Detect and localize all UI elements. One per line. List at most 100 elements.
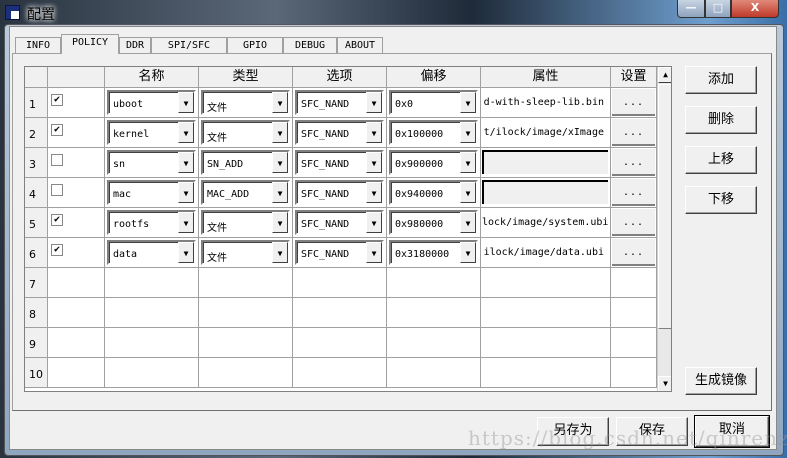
enable-checkbox[interactable]: ✔ xyxy=(51,244,63,256)
dropdown-arrow-icon[interactable]: ▼ xyxy=(178,242,194,263)
save-as-button[interactable]: 另存为 xyxy=(537,417,609,446)
dropdown-arrow-icon[interactable]: ▼ xyxy=(272,122,288,143)
column-header-type[interactable]: 类型 xyxy=(199,67,293,88)
offset-combobox[interactable]: 0x900000 ▼ xyxy=(389,150,478,175)
offset-combobox[interactable]: 0x100000 ▼ xyxy=(389,120,478,145)
scroll-up-arrow-icon[interactable]: ▲ xyxy=(658,67,671,83)
offset-combobox[interactable]: 0x3180000 ▼ xyxy=(389,240,478,265)
enable-checkbox[interactable] xyxy=(51,154,63,166)
dropdown-arrow-icon[interactable]: ▼ xyxy=(272,212,288,233)
column-header-offset[interactable]: 偏移 xyxy=(387,67,481,88)
settings-button[interactable]: ... xyxy=(612,149,655,176)
column-header-attr[interactable]: 属性 xyxy=(481,67,611,88)
dropdown-arrow-icon[interactable]: ▼ xyxy=(460,182,476,203)
attribute-field[interactable]: t/ilock/image/xImage xyxy=(482,120,608,144)
tab-gpio[interactable]: GPIO xyxy=(227,37,283,54)
attribute-field[interactable]: lock/image/system.ubi xyxy=(482,210,608,234)
dropdown-arrow-icon[interactable]: ▼ xyxy=(272,152,288,173)
option-combobox[interactable]: SFC_NAND ▼ xyxy=(295,210,384,235)
dropdown-arrow-icon[interactable]: ▼ xyxy=(460,122,476,143)
name-combobox[interactable]: kernel ▼ xyxy=(107,120,196,145)
grid-cell xyxy=(481,298,611,328)
dropdown-arrow-icon[interactable]: ▼ xyxy=(366,152,382,173)
dropdown-arrow-icon[interactable]: ▼ xyxy=(366,122,382,143)
type-combobox[interactable]: 文件 ▼ xyxy=(201,210,290,235)
tab-policy[interactable]: POLICY xyxy=(61,34,119,54)
dropdown-arrow-icon[interactable]: ▼ xyxy=(178,92,194,113)
close-button[interactable]: X xyxy=(731,0,779,18)
generate-image-button[interactable]: 生成镜像 xyxy=(685,367,757,395)
offset-combobox[interactable]: 0x940000 ▼ xyxy=(389,180,478,205)
dropdown-arrow-icon[interactable]: ▼ xyxy=(460,212,476,233)
dropdown-arrow-icon[interactable]: ▼ xyxy=(366,92,382,113)
dropdown-arrow-icon[interactable]: ▼ xyxy=(366,212,382,233)
name-combobox[interactable]: sn ▼ xyxy=(107,150,196,175)
tab-debug[interactable]: DEBUG xyxy=(283,37,337,54)
maximize-button[interactable]: □ xyxy=(705,0,731,18)
dropdown-arrow-icon[interactable]: ▼ xyxy=(366,242,382,263)
column-header-option[interactable]: 选项 xyxy=(293,67,387,88)
tab-info[interactable]: INFO xyxy=(15,37,61,54)
name-cell: data ▼ xyxy=(105,238,199,268)
dropdown-arrow-icon[interactable]: ▼ xyxy=(460,152,476,173)
tab-about[interactable]: ABOUT xyxy=(337,37,383,54)
scroll-down-arrow-icon[interactable]: ▼ xyxy=(658,376,671,391)
offset-combobox[interactable]: 0x0 ▼ xyxy=(389,90,478,115)
dropdown-arrow-icon[interactable]: ▼ xyxy=(366,182,382,203)
dropdown-arrow-icon[interactable]: ▼ xyxy=(272,242,288,263)
dropdown-arrow-icon[interactable]: ▼ xyxy=(178,182,194,203)
type-combobox[interactable]: MAC_ADD ▼ xyxy=(201,180,290,205)
scroll-thumb[interactable] xyxy=(658,84,671,329)
name-combobox[interactable]: data ▼ xyxy=(107,240,196,265)
enable-checkbox[interactable]: ✔ xyxy=(51,214,63,226)
dropdown-arrow-icon[interactable]: ▼ xyxy=(272,92,288,113)
dropdown-arrow-icon[interactable]: ▼ xyxy=(178,212,194,233)
settings-button[interactable]: ... xyxy=(612,119,655,146)
type-combobox[interactable]: 文件 ▼ xyxy=(201,240,290,265)
option-combobox[interactable]: SFC_NAND ▼ xyxy=(295,120,384,145)
delete-button[interactable]: 删除 xyxy=(685,106,757,134)
option-combobox[interactable]: SFC_NAND ▼ xyxy=(295,180,384,205)
checkbox-cell xyxy=(48,328,105,358)
settings-button[interactable]: ... xyxy=(612,209,655,236)
attribute-field[interactable]: d-with-sleep-lib.bin xyxy=(482,90,608,114)
name-combobox[interactable]: uboot ▼ xyxy=(107,90,196,115)
dropdown-arrow-icon[interactable]: ▼ xyxy=(460,242,476,263)
vertical-scrollbar[interactable]: ▲ ▼ xyxy=(657,67,671,391)
enable-checkbox[interactable]: ✔ xyxy=(51,124,63,136)
option-combobox[interactable]: SFC_NAND ▼ xyxy=(295,150,384,175)
attribute-field[interactable] xyxy=(482,150,608,174)
add-button[interactable]: 添加 xyxy=(685,66,757,94)
minimize-button[interactable]: — xyxy=(677,0,705,18)
enable-checkbox[interactable]: ✔ xyxy=(51,94,63,106)
column-header-name[interactable]: 名称 xyxy=(105,67,199,88)
dropdown-arrow-icon[interactable]: ▼ xyxy=(272,182,288,203)
title-bar[interactable]: 配置 xyxy=(0,0,787,26)
tab-ddr[interactable]: DDR xyxy=(119,37,151,54)
tab-spi-sfc[interactable]: SPI/SFC xyxy=(151,37,227,54)
move-up-button[interactable]: 上移 xyxy=(685,146,757,174)
cancel-button[interactable]: 取消 xyxy=(694,415,770,448)
dropdown-arrow-icon[interactable]: ▼ xyxy=(460,92,476,113)
grid-cell: lock/image/system.ubi xyxy=(481,208,611,238)
option-combobox[interactable]: SFC_NAND ▼ xyxy=(295,240,384,265)
move-down-button[interactable]: 下移 xyxy=(685,186,757,214)
name-combobox[interactable]: mac ▼ xyxy=(107,180,196,205)
option-combobox[interactable]: SFC_NAND ▼ xyxy=(295,90,384,115)
save-button[interactable]: 保存 xyxy=(616,417,688,446)
type-combobox[interactable]: SN_ADD ▼ xyxy=(201,150,290,175)
type-combobox[interactable]: 文件 ▼ xyxy=(201,90,290,115)
attribute-field[interactable]: ilock/image/data.ubi xyxy=(482,240,608,264)
offset-combobox[interactable]: 0x980000 ▼ xyxy=(389,210,478,235)
dropdown-arrow-icon[interactable]: ▼ xyxy=(178,122,194,143)
name-combobox[interactable]: rootfs ▼ xyxy=(107,210,196,235)
enable-checkbox[interactable] xyxy=(51,184,63,196)
attribute-field[interactable] xyxy=(482,180,608,204)
settings-button[interactable]: ... xyxy=(612,239,655,266)
column-header-settings[interactable]: 设置 xyxy=(611,67,657,88)
settings-button[interactable]: ... xyxy=(612,179,655,206)
settings-button[interactable]: ... xyxy=(612,89,655,116)
dropdown-arrow-icon[interactable]: ▼ xyxy=(178,152,194,173)
grid-cell xyxy=(293,328,387,358)
type-combobox[interactable]: 文件 ▼ xyxy=(201,120,290,145)
